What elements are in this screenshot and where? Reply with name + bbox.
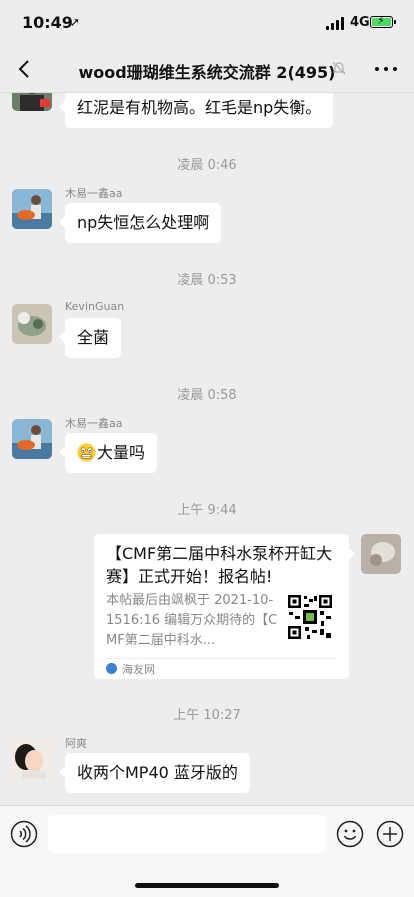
avatar-self[interactable]: [361, 534, 401, 574]
home-indicator: [135, 883, 279, 888]
divider: [106, 658, 337, 659]
avatar[interactable]: [12, 93, 52, 111]
avatar[interactable]: [12, 419, 52, 459]
sender-name: 木易一鑫aa: [65, 187, 123, 200]
sender-name: 木易一鑫aa: [65, 417, 123, 430]
message-list[interactable]: 红泥是有机物高。红毛是np失衡。 凌晨 0:46 木易一鑫aa np失恒怎么处理…: [0, 93, 414, 805]
network-type: 4G: [350, 15, 370, 30]
sender-name: 阿爽: [65, 737, 87, 750]
link-card-description: 本帖最后由飒枫于 2021-10-1516:16 编辑万众期待的【CMF第二届中…: [106, 593, 278, 648]
time-label: 凌晨 0:53: [177, 273, 237, 288]
voice-icon[interactable]: [10, 820, 38, 848]
message-bubble[interactable]: 全菌: [58, 318, 122, 358]
link-card-source: 海友网: [122, 663, 155, 676]
smile-icon[interactable]: [336, 820, 364, 848]
chevron-left-icon[interactable]: [14, 58, 36, 80]
sender-name: KevinGuan: [65, 300, 125, 313]
message-bubble[interactable]: 红泥是有机物高。红毛是np失衡。: [58, 93, 334, 128]
qr-code-icon: [287, 594, 333, 640]
status-time: 10:49: [22, 13, 73, 32]
status-bar: 10:49 ➚ 4G ⚡: [0, 0, 414, 46]
chat-header: wood珊瑚维生系统交流群 2(495): [0, 46, 414, 93]
battery-icon: ⚡: [370, 14, 396, 28]
time-label: 凌晨 0:58: [177, 388, 237, 403]
bell-off-icon: [332, 61, 346, 75]
source-icon: [106, 663, 117, 674]
message-bubble[interactable]: np失恒怎么处理啊: [58, 203, 222, 243]
location-arrow-icon: ➚: [70, 15, 81, 29]
grimace-emoji: [77, 443, 96, 462]
signal-icon: [326, 17, 346, 30]
more-dots-icon[interactable]: [375, 67, 397, 72]
time-label: 上午 10:27: [173, 708, 241, 723]
avatar[interactable]: [12, 739, 52, 779]
message-bubble[interactable]: 收两个MP40 蓝牙版的: [59, 753, 250, 793]
time-label: 上午 9:44: [177, 503, 237, 518]
message-input[interactable]: [48, 815, 326, 853]
chat-title: wood珊瑚维生系统交流群 2(495): [78, 63, 336, 82]
avatar[interactable]: [12, 189, 52, 229]
plus-circle-icon[interactable]: [376, 820, 404, 848]
message-text: 大量吗: [97, 443, 146, 462]
avatar[interactable]: [12, 304, 52, 344]
time-label: 凌晨 0:46: [177, 158, 237, 173]
link-card-title: 【CMF第二届中科水泵杯开缸大赛】正式开始！报名帖!: [106, 544, 333, 586]
link-card[interactable]: 【CMF第二届中科水泵杯开缸大赛】正式开始！报名帖! 本帖最后由飒枫于 2021…: [94, 534, 355, 679]
message-bubble[interactable]: 大量吗: [58, 433, 158, 473]
